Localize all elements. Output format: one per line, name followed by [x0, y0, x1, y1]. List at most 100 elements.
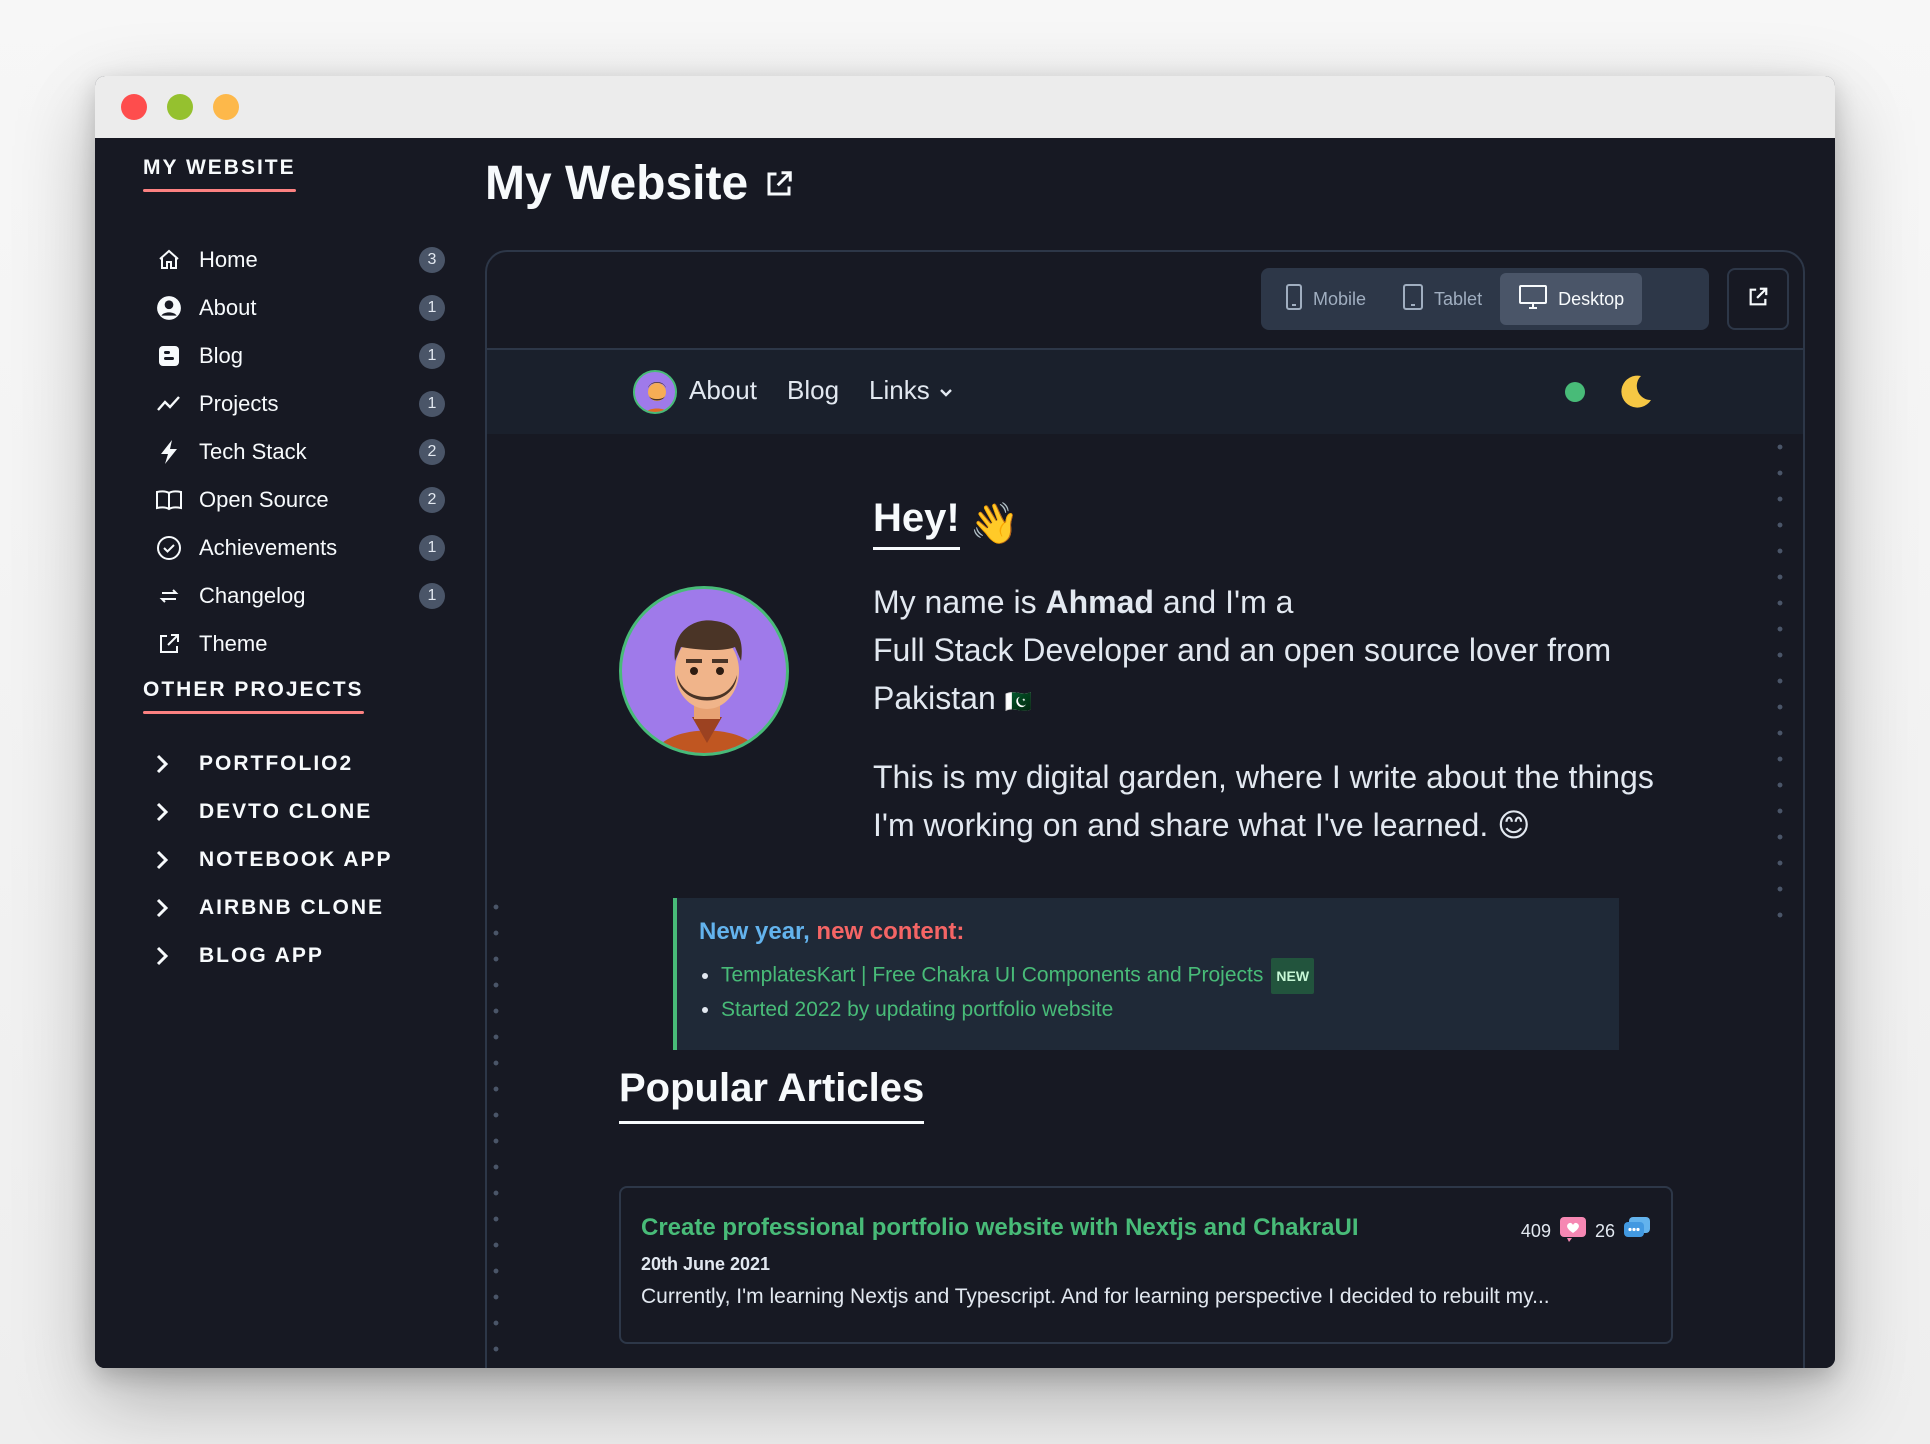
tablet-icon [1402, 283, 1424, 316]
nav-links-label: Links [869, 375, 930, 405]
moon-icon[interactable] [1611, 370, 1655, 419]
intro-name: Ahmad [1045, 584, 1154, 620]
app-root: MY WEBSITE Home 3 About 1 Blog 1 Project… [95, 138, 1835, 1368]
user-circle-icon [155, 294, 183, 322]
intro-garden: This is my digital garden, where I write… [873, 759, 1654, 843]
callout-item[interactable]: TemplatesKart | Free Chakra UI Component… [721, 958, 1597, 994]
intro-paragraph-1: My name is Ahmad and I'm a Full Stack De… [873, 578, 1703, 727]
sidebar-item-projects[interactable]: Projects 1 [155, 380, 445, 428]
chevron-right-icon [155, 849, 179, 871]
other-projects-list: PORTFOLIO2 DEVTO CLONE NOTEBOOK APP AIRB… [155, 740, 455, 980]
sidebar-item-tech-stack[interactable]: Tech Stack 2 [155, 428, 445, 476]
sidebar-title: MY WEBSITE [143, 156, 296, 192]
minimize-window-button[interactable] [167, 94, 193, 120]
intro-role: Full Stack Developer and an open source … [873, 632, 1612, 716]
sidebar-item-label: About [199, 295, 257, 320]
device-desktop-button[interactable]: Desktop [1500, 273, 1643, 325]
announcement-callout: New year, new content: TemplatesKart | F… [673, 898, 1619, 1050]
greeting-text: Hey! [873, 496, 960, 550]
chevron-right-icon [155, 753, 179, 775]
window-titlebar [95, 76, 1835, 138]
intro-prefix: My name is [873, 584, 1046, 620]
count-badge: 3 [419, 247, 445, 273]
sidebar-item-label: Blog [199, 343, 244, 368]
project-link-blog-app[interactable]: BLOG APP [155, 932, 455, 980]
online-status-indicator [1565, 382, 1585, 402]
article-card[interactable]: Create professional portfolio website wi… [619, 1186, 1673, 1344]
trend-line-icon [155, 390, 183, 418]
sidebar-item-home[interactable]: Home 3 [155, 236, 445, 284]
project-link-portfolio2[interactable]: PORTFOLIO2 [155, 740, 455, 788]
external-link-icon [764, 156, 794, 211]
sidebar-item-achievements[interactable]: Achievements 1 [155, 524, 445, 572]
nav-links-dropdown[interactable]: Links [869, 375, 954, 406]
sidebar-item-theme[interactable]: Theme [155, 620, 445, 668]
device-label: Desktop [1558, 288, 1625, 309]
new-badge: NEW [1271, 958, 1315, 994]
intro-paragraph-2: This is my digital garden, where I write… [873, 753, 1703, 849]
article-stats: 409 26 [1521, 1216, 1651, 1247]
device-mobile-button[interactable]: Mobile [1267, 273, 1384, 325]
sidebar-item-open-source[interactable]: Open Source 2 [155, 476, 445, 524]
lightning-icon [155, 438, 183, 466]
count-badge: 1 [419, 391, 445, 417]
preview-frame: Mobile Tablet Desktop About Blog Links H… [485, 250, 1805, 1368]
sidebar-item-label: Open Source [199, 487, 329, 512]
sidebar-item-blog[interactable]: Blog 1 [155, 332, 445, 380]
count-badge: 2 [419, 439, 445, 465]
external-link-icon [155, 630, 183, 658]
sidebar-item-changelog[interactable]: Changelog 1 [155, 572, 445, 620]
book-open-icon [155, 486, 183, 514]
open-new-tab-button[interactable] [1727, 268, 1789, 330]
project-label: PORTFOLIO2 [199, 752, 354, 775]
nav-link-blog[interactable]: Blog [787, 375, 839, 406]
sidebar-item-label: Changelog [199, 583, 306, 608]
project-link-notebook-app[interactable]: NOTEBOOK APP [155, 836, 455, 884]
home-icon [155, 246, 183, 274]
preview-content: Hey! 👋 My name is Ahmad and I'm a Full S… [487, 434, 1803, 1368]
article-date: 20th June 2021 [641, 1254, 771, 1274]
maximize-window-button[interactable] [213, 94, 239, 120]
article-excerpt: Currently, I'm learning Nextjs and Types… [641, 1285, 1550, 1308]
page-title-text: My Website [485, 157, 749, 210]
callout-title: New year, new content: [699, 918, 1597, 946]
sidebar-nav: Home 3 About 1 Blog 1 Projects 1 Tech St… [155, 236, 445, 668]
greeting-heading: Hey! 👋 [873, 496, 1020, 550]
intro-text: My name is Ahmad and I'm a Full Stack De… [873, 578, 1703, 849]
callout-title-b: new content: [809, 918, 965, 945]
arrows-swap-icon [155, 582, 183, 610]
close-window-button[interactable] [121, 94, 147, 120]
chevron-right-icon [155, 945, 179, 967]
callout-item[interactable]: Started 2022 by updating portfolio websi… [721, 994, 1597, 1026]
callout-list: TemplatesKart | Free Chakra UI Component… [699, 958, 1597, 1026]
intro-mid: and I'm a [1153, 584, 1294, 620]
article-title[interactable]: Create professional portfolio website wi… [641, 1214, 1651, 1242]
dot-pattern [487, 894, 519, 1368]
likes-count: 409 [1520, 1221, 1551, 1241]
project-link-devto-clone[interactable]: DEVTO CLONE [155, 788, 455, 836]
pakistan-flag-emoji: 🇵🇰 [1004, 690, 1033, 715]
wave-emoji: 👋 [969, 500, 1020, 547]
device-label: Tablet [1434, 288, 1483, 309]
preview-toolbar: Mobile Tablet Desktop [487, 252, 1803, 350]
device-tablet-button[interactable]: Tablet [1384, 273, 1500, 325]
count-badge: 2 [419, 487, 445, 513]
other-projects-title: OTHER PROJECTS [143, 678, 364, 714]
project-label: BLOG APP [199, 944, 324, 967]
page-title[interactable]: My Website [485, 156, 794, 211]
project-link-airbnb-clone[interactable]: AIRBNB CLONE [155, 884, 455, 932]
nav-link-about[interactable]: About [689, 375, 757, 406]
sidebar-item-label: Home [199, 247, 258, 272]
sidebar-item-about[interactable]: About 1 [155, 284, 445, 332]
browser-window: MY WEBSITE Home 3 About 1 Blog 1 Project… [95, 76, 1835, 1368]
count-badge: 1 [419, 295, 445, 321]
callout-item-text: Started 2022 by updating portfolio websi… [721, 998, 1114, 1021]
project-label: NOTEBOOK APP [199, 848, 393, 871]
sidebar: MY WEBSITE Home 3 About 1 Blog 1 Project… [95, 138, 485, 1368]
project-label: AIRBNB CLONE [199, 896, 384, 919]
sidebar-item-label: Projects [199, 391, 279, 416]
avatar[interactable] [633, 370, 677, 414]
device-label: Mobile [1313, 288, 1367, 309]
heart-icon [1559, 1216, 1587, 1247]
chevron-down-icon [938, 375, 954, 406]
